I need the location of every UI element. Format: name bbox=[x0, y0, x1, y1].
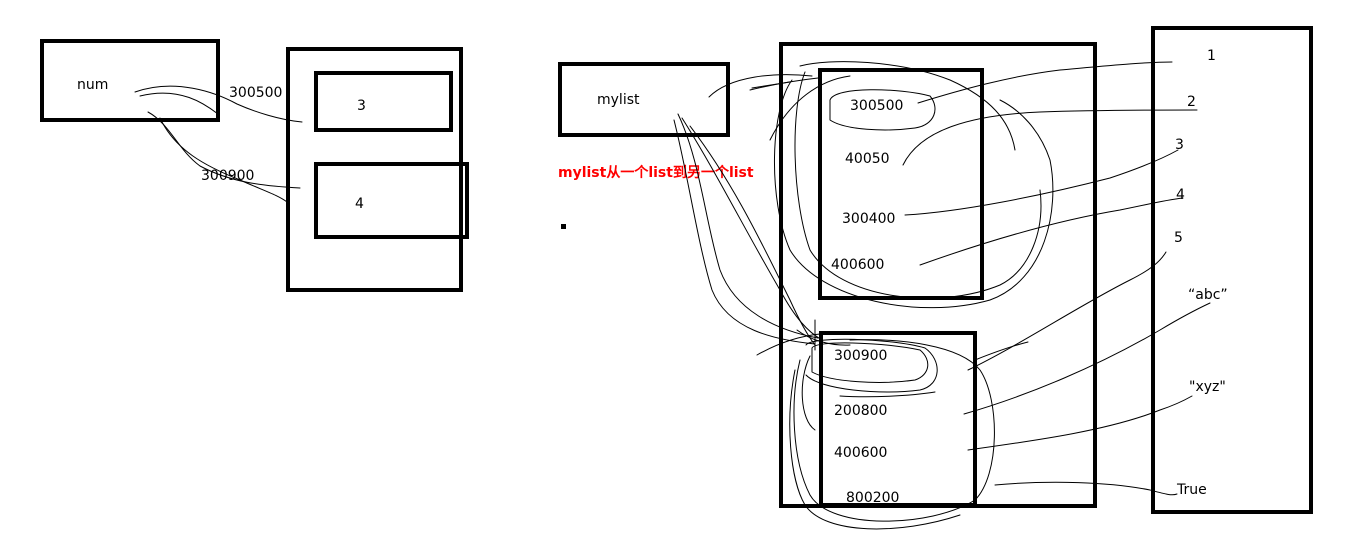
object-1: 1 bbox=[1207, 48, 1216, 64]
list1-scribble-loops bbox=[769, 61, 1054, 309]
value-3-box bbox=[314, 71, 453, 132]
list2-address-2: 200800 bbox=[834, 403, 887, 419]
num-memory-box bbox=[286, 47, 463, 292]
list2-address-1: 300900 bbox=[834, 348, 887, 364]
list2-address-3: 400600 bbox=[834, 445, 887, 461]
value-3-label: 3 bbox=[357, 98, 366, 114]
object-xyz: "xyz" bbox=[1189, 379, 1226, 395]
dot-marker bbox=[561, 224, 566, 229]
mylist-note: mylist从一个list到另一个list bbox=[558, 164, 754, 181]
list1-address-4: 400600 bbox=[831, 257, 884, 273]
list-container-box bbox=[779, 42, 1097, 508]
list1-address-2: 40050 bbox=[845, 151, 890, 167]
mylist-reference-arrows bbox=[673, 74, 851, 356]
mylist-variable-box bbox=[558, 62, 730, 137]
object-5: 5 bbox=[1174, 230, 1183, 246]
num-variable-box bbox=[40, 39, 220, 122]
mylist-label: mylist bbox=[597, 92, 640, 108]
value-4-box bbox=[314, 162, 469, 239]
object-reference-lines bbox=[902, 61, 1211, 496]
value-4-label: 4 bbox=[355, 196, 364, 212]
object-2: 2 bbox=[1187, 94, 1196, 110]
object-true: True bbox=[1176, 482, 1207, 498]
list2-address-4: 800200 bbox=[846, 490, 899, 506]
objects-box bbox=[1151, 26, 1313, 514]
num-address-1: 300500 bbox=[229, 85, 282, 101]
list1-address-1: 300500 bbox=[850, 98, 903, 114]
memory-diagram: num 300500 300900 3 4 mylist mylist从一个li… bbox=[40, 26, 1313, 530]
object-4: 4 bbox=[1176, 187, 1185, 203]
object-abc: “abc” bbox=[1188, 287, 1228, 303]
num-label: num bbox=[77, 77, 108, 93]
list1-address-3: 300400 bbox=[842, 211, 895, 227]
